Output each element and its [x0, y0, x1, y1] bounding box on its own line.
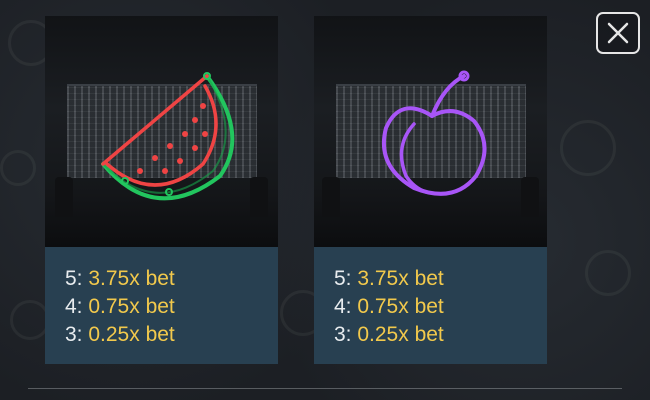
- close-icon: [607, 22, 629, 44]
- payout-value: 3.75x bet: [357, 267, 444, 290]
- payout-count: 3:: [334, 323, 352, 346]
- payout-panel: 5: 3.75x bet 4: 0.75x bet 3: 0.25x bet: [314, 247, 547, 364]
- plum-icon: [381, 70, 487, 196]
- payout-value: 0.25x bet: [357, 323, 444, 346]
- payout-row: 3: 0.25x bet: [45, 321, 278, 349]
- close-button[interactable]: [596, 12, 640, 54]
- payout-row: 5: 3.75x bet: [45, 265, 278, 293]
- paytable-screen: 5: 3.75x bet 4: 0.75x bet 3: 0.25x bet 5…: [0, 0, 650, 400]
- payout-value: 0.25x bet: [88, 323, 175, 346]
- payout-value: 0.75x bet: [357, 295, 444, 318]
- payout-row: 3: 0.25x bet: [314, 321, 547, 349]
- background-orange-icon: [560, 120, 616, 176]
- background-lemon-icon: [10, 300, 50, 340]
- background-cherry-icon: [585, 250, 631, 296]
- background-cherry-icon: [0, 150, 36, 186]
- payout-count: 3:: [65, 323, 83, 346]
- payout-row: 5: 3.75x bet: [314, 265, 547, 293]
- watermelon-icon: [101, 72, 235, 201]
- payout-count: 5:: [65, 267, 83, 290]
- payout-count: 5:: [334, 267, 352, 290]
- payout-row: 4: 0.75x bet: [314, 293, 547, 321]
- symbol-card-watermelon: 5: 3.75x bet 4: 0.75x bet 3: 0.25x bet: [45, 16, 278, 364]
- payout-value: 0.75x bet: [88, 295, 175, 318]
- payout-count: 4:: [334, 295, 352, 318]
- payout-value: 3.75x bet: [88, 267, 175, 290]
- payout-count: 4:: [65, 295, 83, 318]
- divider: [28, 388, 622, 389]
- symbol-card-plum: 5: 3.75x bet 4: 0.75x bet 3: 0.25x bet: [314, 16, 547, 364]
- payout-panel: 5: 3.75x bet 4: 0.75x bet 3: 0.25x bet: [45, 247, 278, 364]
- payout-row: 4: 0.75x bet: [45, 293, 278, 321]
